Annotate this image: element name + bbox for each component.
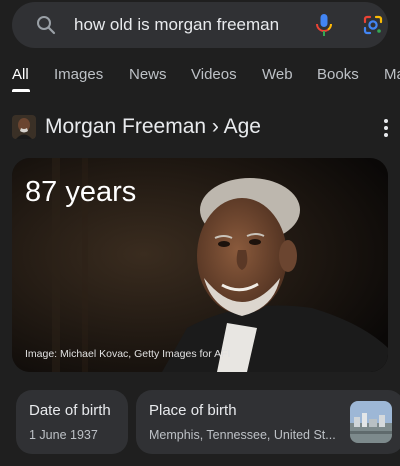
active-tab-indicator	[12, 89, 30, 92]
tab-videos[interactable]: Videos	[191, 66, 237, 83]
search-input[interactable]	[74, 2, 294, 48]
mic-icon[interactable]	[315, 13, 333, 37]
search-tabs: All Images News Videos Web Books Ma	[0, 60, 400, 94]
chip-label: Date of birth	[29, 402, 111, 419]
tab-books[interactable]: Books	[317, 66, 359, 83]
entity-thumbnail[interactable]	[12, 115, 36, 139]
tab-news[interactable]: News	[129, 66, 167, 83]
search-icon[interactable]	[36, 15, 56, 35]
tab-maps[interactable]: Ma	[384, 66, 400, 83]
tab-images[interactable]: Images	[54, 66, 103, 83]
chip-label: Place of birth	[149, 402, 237, 419]
search-bar[interactable]	[12, 2, 388, 48]
place-thumbnail	[350, 401, 392, 443]
tab-all[interactable]: All	[12, 66, 29, 83]
entity-header: Morgan Freeman › Age	[0, 108, 400, 148]
chip-value: 1 June 1937	[29, 428, 98, 442]
entity-title[interactable]: Morgan Freeman › Age	[45, 115, 261, 139]
more-vert-icon[interactable]	[380, 117, 392, 139]
image-credit: Image: Michael Kovac, Getty Images for A…	[25, 348, 231, 360]
answer-card[interactable]: 87 years Image: Michael Kovac, Getty Ima…	[12, 158, 388, 372]
date-of-birth-chip[interactable]: Date of birth 1 June 1937	[16, 390, 128, 454]
google-lens-icon[interactable]	[362, 14, 384, 36]
chip-value: Memphis, Tennessee, United St...	[149, 428, 336, 442]
answer-value: 87 years	[25, 176, 137, 208]
tab-web[interactable]: Web	[262, 66, 293, 83]
place-of-birth-chip[interactable]: Place of birth Memphis, Tennessee, Unite…	[136, 390, 400, 454]
